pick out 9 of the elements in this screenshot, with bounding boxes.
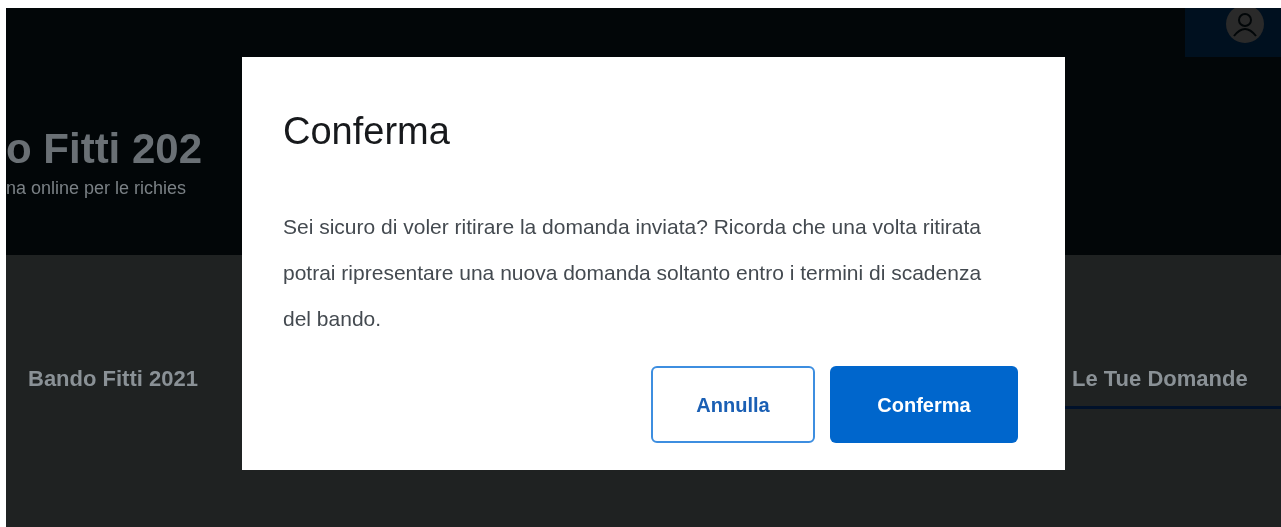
user-menu-button[interactable] (1185, 8, 1281, 57)
nav-tab[interactable]: Bando Fitti 2021 (6, 351, 198, 409)
cancel-button[interactable]: Annulla (651, 366, 815, 443)
page-subtitle: na online per le richies (6, 177, 187, 200)
page-title: o Fitti 202 (6, 124, 203, 174)
user-avatar-icon (1225, 8, 1265, 44)
confirm-button[interactable]: Conferma (830, 366, 1018, 443)
dialog-message: Sei sicuro di voler ritirare la domanda inviata? Ricorda che una volta ritirata potrai ripresentare una nuova domanda soltanto entro i termini di scadenza del bando. (283, 214, 983, 332)
dialog-title: Conferma (283, 109, 451, 154)
